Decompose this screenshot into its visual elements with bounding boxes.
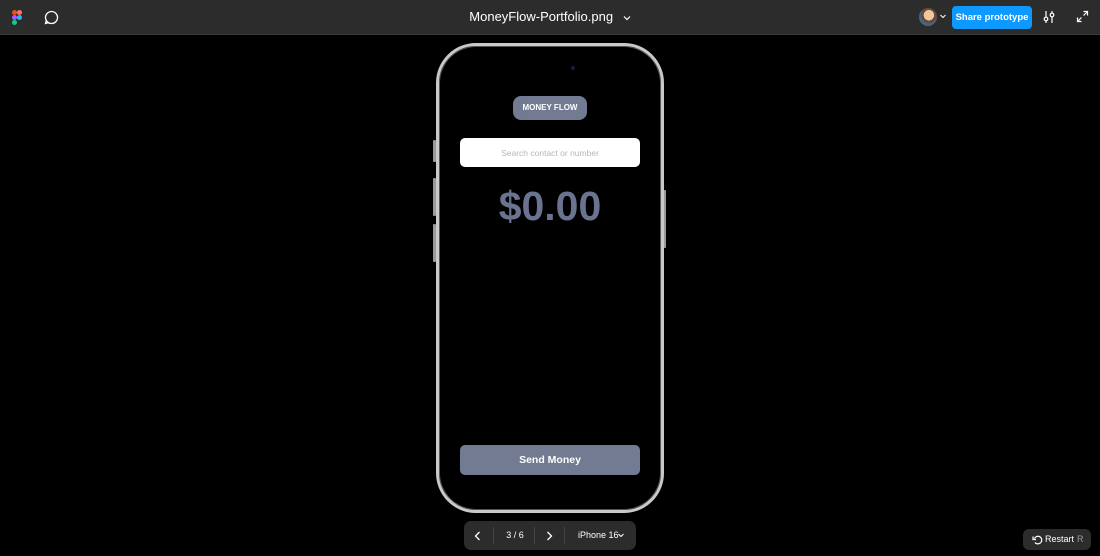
search-input[interactable] bbox=[460, 138, 640, 167]
divider bbox=[493, 527, 494, 544]
brand-badge: MONEY FLOW bbox=[513, 96, 587, 120]
restart-button[interactable]: Restart R bbox=[1023, 529, 1091, 550]
restart-label: Restart bbox=[1045, 534, 1075, 544]
chevron-down-icon bbox=[940, 14, 946, 19]
divider bbox=[564, 527, 565, 544]
settings-sliders-icon[interactable] bbox=[1042, 10, 1056, 24]
frame-counter: 3 / 6 bbox=[506, 530, 524, 540]
expand-icon[interactable] bbox=[1076, 10, 1089, 23]
chevron-down-icon bbox=[623, 15, 631, 20]
prototype-nav: 3 / 6 iPhone 16 bbox=[464, 521, 636, 550]
previous-frame-button[interactable] bbox=[469, 527, 487, 545]
device-selector[interactable]: iPhone 16 bbox=[578, 530, 619, 540]
send-money-button[interactable]: Send Money bbox=[460, 445, 640, 475]
camera-dot bbox=[571, 66, 575, 70]
file-title-label: MoneyFlow-Portfolio.png bbox=[469, 9, 614, 24]
chevron-down-icon bbox=[618, 533, 624, 538]
user-menu[interactable] bbox=[919, 8, 947, 28]
restart-icon bbox=[1032, 535, 1043, 545]
share-prototype-button[interactable]: Share prototype bbox=[952, 6, 1032, 29]
divider bbox=[534, 527, 535, 544]
toolbar: MoneyFlow-Portfolio.png Share prototype bbox=[0, 0, 1100, 35]
avatar bbox=[919, 8, 937, 26]
next-frame-button[interactable] bbox=[540, 527, 558, 545]
amount-display: $0.00 bbox=[498, 183, 602, 229]
restart-shortcut: R bbox=[1077, 534, 1084, 544]
